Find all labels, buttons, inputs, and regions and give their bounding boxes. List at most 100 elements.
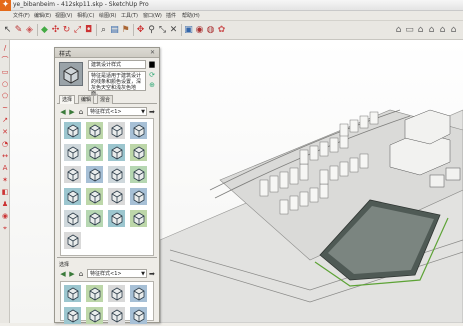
details-icon[interactable]: ➡ — [149, 108, 157, 116]
style-thumbnail-cell[interactable] — [86, 285, 103, 302]
offset-icon[interactable]: ◘ — [84, 25, 93, 35]
collection-select[interactable]: 特征样式<1> ▼ — [87, 107, 147, 116]
style-name-field[interactable]: 建筑设计样式 — [88, 60, 146, 69]
paint-icon[interactable]: ▤ — [110, 25, 119, 35]
lower-collection-select[interactable]: 特征样式<1> ▼ — [87, 269, 147, 278]
style-thumbnail-cell[interactable] — [86, 122, 103, 139]
home-icon[interactable]: ⌂ — [77, 270, 85, 278]
tab-mix[interactable]: 混合 — [97, 95, 114, 104]
circle-tool-icon[interactable]: ○ — [1, 80, 9, 88]
eraser-icon[interactable]: ◈ — [25, 25, 34, 35]
style-thumbnail-cell[interactable] — [130, 210, 147, 227]
menu-plugins[interactable]: 插件 — [166, 12, 176, 19]
update-style-icon[interactable]: ⟳ — [148, 71, 156, 79]
style-thumbnail-cell[interactable] — [86, 144, 103, 161]
details-icon[interactable]: ➡ — [149, 270, 157, 278]
style-thumbnail-cell[interactable] — [130, 144, 147, 161]
create-style-icon[interactable]: ⊕ — [148, 81, 156, 89]
polygon-tool-icon[interactable]: ⬠ — [1, 92, 9, 100]
follow-me-icon[interactable]: ↗ — [1, 116, 9, 124]
style-thumbnail-cell[interactable] — [64, 122, 81, 139]
menu-tools[interactable]: 工具(T) — [121, 12, 138, 19]
home-icon[interactable]: ⌂ — [77, 108, 85, 116]
back-view-icon[interactable]: ⌂ — [438, 25, 447, 35]
style-thumbnail-cell[interactable] — [130, 285, 147, 302]
sketchup-logo-icon[interactable]: ✦ — [0, 0, 11, 11]
forward-arrow-icon[interactable]: ▶ — [68, 108, 76, 116]
style-thumbnail-cell[interactable] — [108, 285, 125, 302]
select-icon[interactable]: ↖ — [3, 25, 12, 35]
style-thumbnail-cell[interactable] — [108, 144, 125, 161]
menu-edit[interactable]: 编辑(E) — [34, 12, 51, 19]
style-thumbnail-cell[interactable] — [86, 210, 103, 227]
tape-icon[interactable]: ⌕ — [99, 25, 108, 35]
style-thumbnail-cell[interactable] — [130, 307, 147, 324]
section-plane-icon[interactable]: ◧ — [1, 188, 9, 196]
menu-help[interactable]: 帮助(H) — [182, 12, 200, 19]
orbit-icon[interactable]: ⚑ — [121, 25, 130, 35]
look-around-icon[interactable]: ◉ — [1, 212, 9, 220]
back-arrow-icon[interactable]: ◀ — [59, 270, 67, 278]
freehand-tool-icon[interactable]: ~ — [1, 104, 9, 112]
style-thumbnail-cell[interactable] — [108, 307, 125, 324]
protractor-icon[interactable]: ◔ — [1, 140, 9, 148]
front-view-icon[interactable]: ⌂ — [416, 25, 425, 35]
position-camera-icon[interactable]: ⌖ — [1, 224, 9, 232]
close-icon[interactable]: ✕ — [149, 49, 156, 56]
menu-draw[interactable]: 绘图(R) — [99, 12, 116, 19]
rectangle-tool-icon[interactable]: ▭ — [1, 68, 9, 76]
rotate-icon[interactable]: ↻ — [62, 25, 71, 35]
style-thumbnail-cell[interactable] — [86, 166, 103, 183]
panel-header[interactable]: 样式 ✕ — [55, 48, 159, 58]
style-thumbnail-cell[interactable] — [64, 285, 81, 302]
style-thumbnail-cell[interactable] — [64, 188, 81, 205]
style-description-field[interactable]: 特征是适用于建筑设计的线条和颜色设置，深灰色天空和浅灰色地面。 — [88, 71, 146, 97]
axes-tool-icon[interactable]: ✶ — [1, 176, 9, 184]
components-icon[interactable]: ▣ — [184, 25, 193, 35]
arc-tool-icon[interactable]: ⌒ — [1, 56, 9, 64]
menu-view[interactable]: 视图(V) — [55, 12, 72, 19]
styles-icon[interactable]: ◍ — [206, 25, 215, 35]
forward-arrow-icon[interactable]: ▶ — [68, 270, 76, 278]
tab-edit[interactable]: 编辑 — [78, 95, 95, 104]
menu-window[interactable]: 窗口(W) — [143, 12, 162, 19]
close-x-icon[interactable]: ✕ — [169, 25, 178, 35]
style-thumbnail-cell[interactable] — [108, 188, 125, 205]
style-thumbnail-cell[interactable] — [64, 307, 81, 324]
move-icon[interactable]: ✣ — [51, 25, 60, 35]
menu-file[interactable]: 文件(F) — [13, 12, 30, 19]
walk-tool-icon[interactable]: ♟ — [1, 200, 9, 208]
pan-icon[interactable]: ✥ — [136, 25, 145, 35]
pencil-icon[interactable]: ✎ — [14, 25, 23, 35]
style-thumbnail-cell[interactable] — [64, 166, 81, 183]
materials-icon[interactable]: ◉ — [195, 25, 204, 35]
intersect-icon[interactable]: ✕ — [1, 128, 9, 136]
style-thumbnail-cell[interactable] — [64, 210, 81, 227]
dimension-icon[interactable]: ↔ — [1, 152, 9, 160]
zoom-icon[interactable]: ⚲ — [147, 25, 156, 35]
style-thumbnail[interactable] — [59, 62, 83, 86]
text-tool-icon[interactable]: A — [1, 164, 9, 172]
model-info-icon[interactable]: ✿ — [217, 25, 226, 35]
menu-camera[interactable]: 相机(C) — [77, 12, 94, 19]
style-thumbnail-cell[interactable] — [86, 188, 103, 205]
style-thumbnail-cell[interactable] — [108, 210, 125, 227]
line-tool-icon[interactable]: / — [1, 44, 9, 52]
scale-icon[interactable]: ⤢ — [73, 25, 82, 35]
left-view-icon[interactable]: ⌂ — [449, 25, 458, 35]
back-arrow-icon[interactable]: ◀ — [59, 108, 67, 116]
style-thumbnail-cell[interactable] — [108, 166, 125, 183]
style-thumbnail-cell[interactable] — [86, 307, 103, 324]
style-thumbnail-cell[interactable] — [64, 232, 81, 249]
style-thumbnail-cell[interactable] — [130, 122, 147, 139]
tab-select[interactable]: 选择 — [59, 95, 76, 104]
style-thumbnail-cell[interactable] — [64, 144, 81, 161]
zoom-extents-icon[interactable]: ⤡ — [158, 25, 167, 35]
top-view-icon[interactable]: ▭ — [405, 25, 414, 35]
right-view-icon[interactable]: ⌂ — [427, 25, 436, 35]
style-thumbnail-cell[interactable] — [130, 188, 147, 205]
push-pull-icon[interactable]: ◆ — [40, 25, 49, 35]
style-thumbnail-cell[interactable] — [108, 122, 125, 139]
save-style-icon[interactable]: ▆ — [148, 60, 156, 68]
iso-view-icon[interactable]: ⌂ — [394, 25, 403, 35]
